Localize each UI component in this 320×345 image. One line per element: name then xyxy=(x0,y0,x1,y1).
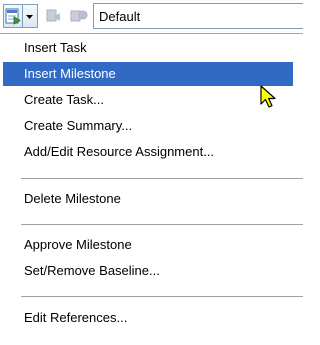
menu-item-create-summary[interactable]: Create Summary... xyxy=(3,114,293,138)
menu-item-add-edit-resource-assignment[interactable]: Add/Edit Resource Assignment... xyxy=(3,140,293,164)
menu-item-edit-references[interactable]: Edit References... xyxy=(3,306,293,330)
mouse-pointer-icon xyxy=(260,85,276,108)
view-combo-box[interactable]: Default xyxy=(93,3,303,29)
menu-item-create-task[interactable]: Create Task... xyxy=(3,88,293,112)
disabled-tool-button-2[interactable] xyxy=(68,4,90,28)
insert-task-button[interactable] xyxy=(3,4,23,28)
menu-item-approve-milestone[interactable]: Approve Milestone xyxy=(3,233,293,257)
menu-item-label: Edit References... xyxy=(24,310,128,325)
menu-item-insert-task[interactable]: Insert Task xyxy=(3,36,293,60)
insert-menu-dropdown-button[interactable] xyxy=(23,4,38,28)
disabled-tool-icon xyxy=(46,9,60,22)
menu-item-set-remove-baseline[interactable]: Set/Remove Baseline... xyxy=(3,259,293,283)
menu-item-label: Set/Remove Baseline... xyxy=(24,263,160,278)
menu-item-insert-milestone[interactable]: Insert Milestone xyxy=(3,62,293,86)
menu-item-label: Add/Edit Resource Assignment... xyxy=(24,144,215,159)
view-combo-value: Default xyxy=(99,9,141,24)
menu-item-label: Create Summary... xyxy=(24,118,133,133)
menu-item-label: Create Task... xyxy=(24,92,104,107)
toolbar: Default xyxy=(0,0,303,33)
app-window: Default Insert Task Insert Milestone Cre… xyxy=(0,0,303,345)
menu-item-delete-milestone[interactable]: Delete Milestone xyxy=(3,187,293,211)
menu-item-label: Delete Milestone xyxy=(24,191,121,206)
menu-separator xyxy=(21,224,303,226)
menu-item-label: Approve Milestone xyxy=(24,237,132,252)
disabled-tool-button-1[interactable] xyxy=(44,4,64,28)
disabled-tool-icon xyxy=(70,10,88,22)
menu-item-label: Insert Task xyxy=(24,40,87,55)
menu-item-label: Insert Milestone xyxy=(24,66,116,81)
task-add-icon xyxy=(5,8,21,25)
context-menu: Insert Task Insert Milestone Create Task… xyxy=(0,33,303,345)
menu-separator xyxy=(21,178,303,180)
menu-separator xyxy=(21,296,303,298)
chevron-down-icon xyxy=(26,15,33,19)
